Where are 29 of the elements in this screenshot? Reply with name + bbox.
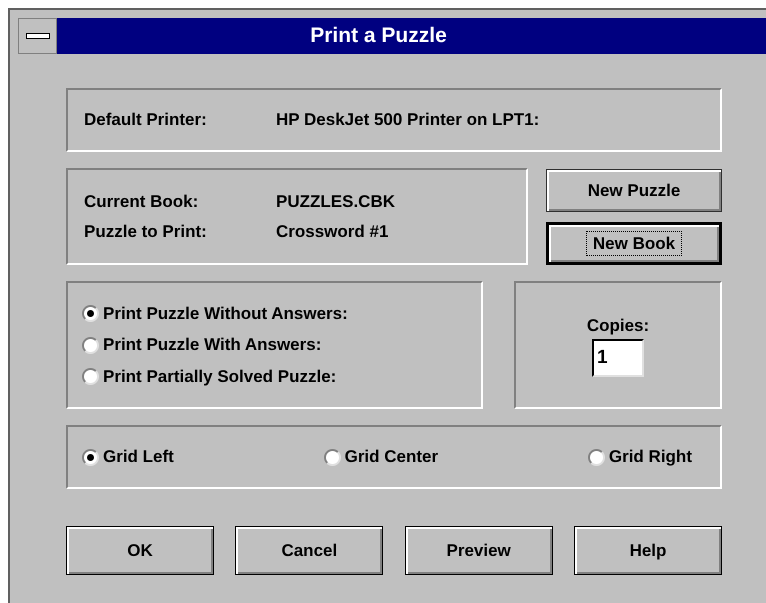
minus-icon [26,33,50,39]
field-value: PUZZLES.CBK [276,191,395,213]
radio-button[interactable] [82,448,99,466]
field-label: Current Book: [84,191,200,213]
dialog-button[interactable]: Cancel [235,526,384,575]
system-menu-button[interactable] [18,18,57,54]
field-label: Puzzle to Print: [84,220,208,242]
dialog-button[interactable]: OK [66,526,214,575]
radio-button[interactable] [82,305,99,322]
dialog-button[interactable]: Help [574,526,722,575]
side-button[interactable]: New Book [546,222,722,265]
window-title: Print a Puzzle [310,23,447,50]
option-label: Grid Right [608,446,692,468]
printer-name: HP DeskJet 500 Printer on LPT1: [276,109,540,132]
dialog-button[interactable]: Preview [404,526,553,575]
option-label: Print Puzzle With Answers: [103,334,322,356]
radio-button[interactable] [82,336,99,354]
copies-field[interactable]: 1 [592,338,644,377]
option-label: Print Puzzle Without Answers: [103,302,348,325]
side-button[interactable]: New Puzzle [546,169,722,212]
radio-button[interactable] [588,448,605,466]
option-label: Print Partially Solved Puzzle: [103,366,336,388]
printer-label: Default Printer: [84,109,208,132]
radio-button[interactable] [324,448,341,466]
copies-label: Copies: [586,315,650,338]
field-value: Crossword #1 [276,220,388,242]
option-label: Grid Left [103,446,174,468]
radio-button[interactable] [82,368,99,385]
option-label: Grid Center [344,446,438,468]
